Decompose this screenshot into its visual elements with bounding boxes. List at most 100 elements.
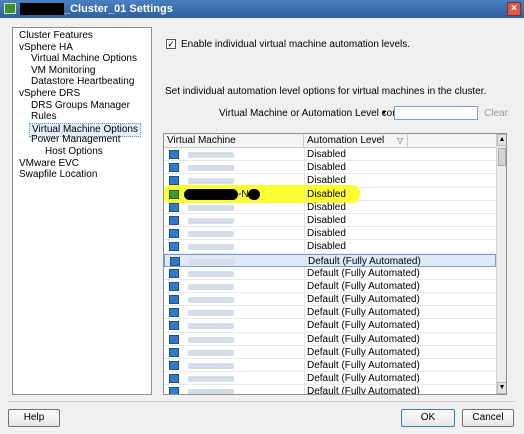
blurred-vm-name [188, 152, 234, 158]
nav-item[interactable]: Swapfile Location [17, 169, 99, 181]
table-row[interactable]: Disabled [164, 200, 496, 214]
automation-level-cell[interactable]: Disabled [307, 148, 346, 161]
automation-level-cell[interactable]: Disabled [307, 161, 346, 174]
automation-level-cell[interactable]: Disabled [307, 188, 346, 201]
table-row[interactable]: Default (Fully Automated) [164, 345, 496, 359]
nav-item[interactable]: VMware EVC [17, 158, 81, 170]
redacted-cluster-name [20, 3, 64, 15]
blurred-vm-name [188, 204, 234, 211]
scroll-up-icon[interactable]: ▲ [497, 134, 506, 146]
blurred-vm-name [188, 389, 234, 394]
nav-item[interactable]: DRS Groups Manager [29, 100, 132, 112]
blurred-vm-name [188, 283, 234, 290]
close-button[interactable]: × [507, 2, 521, 16]
nav-item[interactable]: Cluster Features [17, 30, 95, 42]
column-separator [304, 200, 305, 213]
virtual-machine-icon [169, 374, 179, 384]
scroll-down-icon[interactable]: ▼ [497, 382, 506, 394]
table-row[interactable]: Default (Fully Automated) [164, 319, 496, 333]
filter-dropdown-icon[interactable]: ▾ [382, 108, 386, 117]
nav-item[interactable]: Host Options [43, 146, 105, 158]
column-header-virtual-machine[interactable]: Virtual Machine [164, 134, 304, 147]
table-row[interactable]: Default (Fully Automated) [164, 293, 496, 307]
virtual-machine-icon [169, 347, 179, 357]
table-row[interactable]: Default (Fully Automated) [164, 332, 496, 346]
automation-level-cell[interactable]: Default (Fully Automated) [307, 333, 420, 346]
column-separator [304, 161, 305, 174]
automation-level-cell[interactable]: Default (Fully Automated) [307, 293, 420, 306]
column-separator [304, 359, 305, 372]
virtual-machine-icon [169, 229, 179, 239]
table-row[interactable]: Default (Fully Automated) [164, 253, 496, 268]
automation-level-cell[interactable]: Disabled [307, 214, 346, 227]
automation-level-cell[interactable]: Default (Fully Automated) [307, 280, 420, 293]
automation-level-cell[interactable]: Disabled [307, 240, 346, 253]
virtual-machine-icon [169, 281, 179, 291]
virtual-machine-icon [169, 189, 179, 199]
sort-arrow-icon: ▽ [396, 136, 403, 145]
table-row[interactable]: Default (Fully Automated) [164, 306, 496, 320]
automation-info-text: Set individual automation level options … [165, 86, 487, 97]
filter-input[interactable] [394, 106, 478, 120]
automation-level-cell[interactable]: Default (Fully Automated) [307, 319, 420, 332]
table-row[interactable]: Disabled [164, 148, 496, 162]
column-separator [305, 254, 306, 266]
table-row[interactable]: Disabled [164, 161, 496, 175]
scroll-thumb[interactable] [498, 148, 506, 166]
table-row[interactable]: Default (Fully Automated) [164, 279, 496, 294]
nav-item[interactable]: vSphere HA [17, 42, 75, 54]
virtual-machine-icon [169, 334, 179, 344]
blurred-vm-name [188, 376, 234, 383]
enable-individual-automation-checkbox[interactable]: ✓ [166, 39, 176, 49]
enable-individual-automation-label[interactable]: Enable individual virtual machine automa… [181, 39, 410, 50]
automation-level-cell[interactable]: Default (Fully Automated) [308, 255, 421, 268]
nav-item[interactable]: VM Monitoring [29, 65, 97, 77]
column-separator [304, 345, 305, 358]
automation-level-cell[interactable]: Default (Fully Automated) [307, 372, 420, 385]
virtual-machine-icon [169, 361, 179, 370]
nav-item[interactable]: Power Management [29, 134, 123, 146]
column-header-automation-level[interactable]: Automation Level ▽ [304, 134, 408, 147]
column-separator [304, 187, 305, 200]
blurred-vm-name [188, 336, 234, 343]
cancel-button[interactable]: Cancel [462, 409, 514, 427]
blurred-vm-name [188, 244, 234, 251]
table-row[interactable]: -N1 Disabled [164, 184, 496, 203]
virtual-machine-icon [170, 256, 180, 266]
automation-level-cell[interactable]: Default (Fully Automated) [307, 267, 420, 280]
table-row[interactable]: Disabled [164, 227, 496, 241]
automation-level-cell[interactable]: Default (Fully Automated) [307, 385, 420, 394]
column-separator [304, 306, 305, 319]
nav-item[interactable]: Datastore Heartbeating [29, 76, 136, 88]
filter-label[interactable]: Virtual Machine or Automation Level cont… [219, 108, 422, 119]
table-row[interactable]: Disabled [164, 213, 496, 228]
table-vertical-scrollbar[interactable]: ▲ ▼ [496, 134, 506, 394]
table-row[interactable]: Default (Fully Automated) [164, 266, 496, 280]
table-row[interactable]: Default (Fully Automated) [164, 372, 496, 386]
automation-level-cell[interactable]: Disabled [307, 227, 346, 240]
blurred-vm-name [188, 270, 234, 277]
blurred-vm-name [188, 363, 234, 369]
column-separator [304, 385, 305, 394]
vm-automation-table: Virtual Machine Automation Level ▽ Disab… [163, 133, 507, 395]
cluster-icon [4, 3, 16, 14]
virtual-machine-icon [169, 202, 179, 212]
automation-level-cell[interactable]: Default (Fully Automated) [307, 346, 420, 359]
ok-button[interactable]: OK [401, 409, 455, 427]
table-row[interactable]: Default (Fully Automated) [164, 385, 496, 394]
nav-item[interactable]: Rules [29, 111, 59, 123]
table-row[interactable]: Default (Fully Automated) [164, 359, 496, 373]
window-title: _Cluster_01 Settings [64, 3, 173, 15]
table-header: Virtual Machine Automation Level ▽ [164, 134, 496, 148]
automation-level-cell[interactable]: Default (Fully Automated) [307, 359, 420, 372]
help-button[interactable]: Help [8, 409, 60, 427]
virtual-machine-icon [169, 321, 179, 331]
virtual-machine-icon [169, 295, 179, 305]
automation-level-cell[interactable]: Disabled [307, 201, 346, 214]
table-rows: Disabled Disabled Disabled -N1 Disabled Disab… [164, 148, 496, 394]
nav-item[interactable]: Virtual Machine Options [29, 53, 139, 65]
clear-filter-button[interactable]: Clear [484, 108, 508, 119]
automation-level-cell[interactable]: Default (Fully Automated) [307, 306, 420, 319]
nav-item[interactable]: vSphere DRS [17, 88, 82, 100]
table-row[interactable]: Disabled [164, 240, 496, 254]
